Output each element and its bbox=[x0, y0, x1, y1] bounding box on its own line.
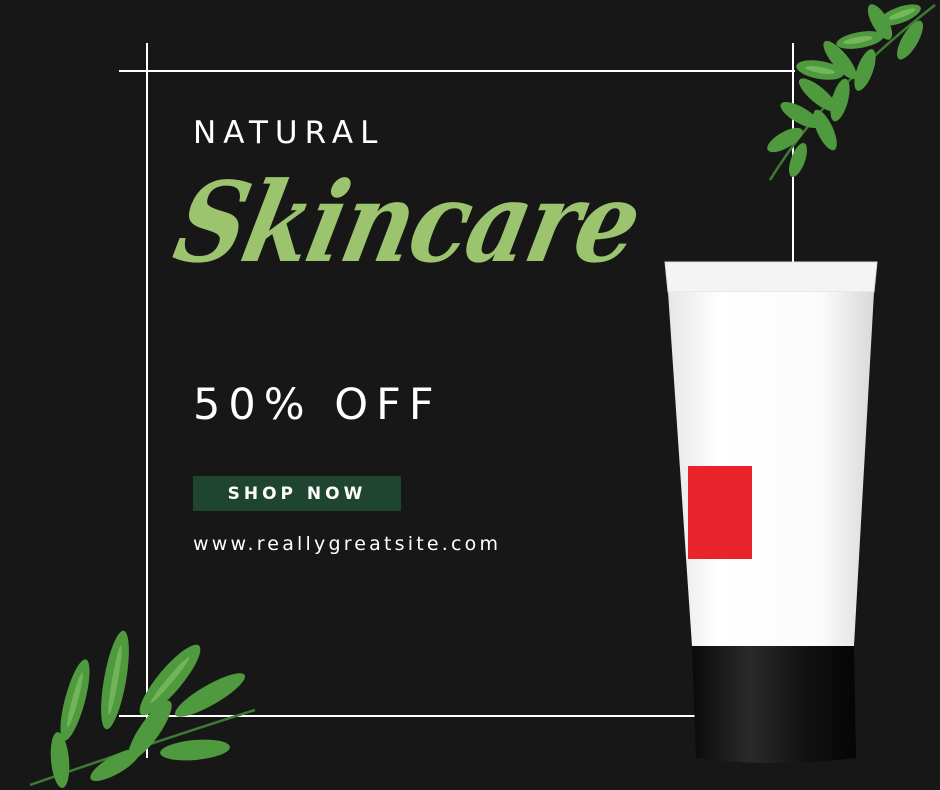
tube-red-label bbox=[688, 466, 752, 559]
headline-skincare: Skincare bbox=[164, 157, 651, 288]
leaf-branch-bottom-left-icon bbox=[29, 630, 256, 788]
skincare-tube-icon bbox=[664, 261, 878, 763]
frame-top-line bbox=[119, 70, 795, 72]
shop-now-button[interactable]: SHOP NOW bbox=[193, 476, 401, 511]
discount-text: 50% OFF bbox=[193, 380, 442, 430]
website-link[interactable]: www.reallygreatsite.com bbox=[193, 533, 501, 555]
leaf-branch-top-right-icon bbox=[767, 4, 936, 181]
headline-natural: NATURAL bbox=[193, 115, 385, 151]
